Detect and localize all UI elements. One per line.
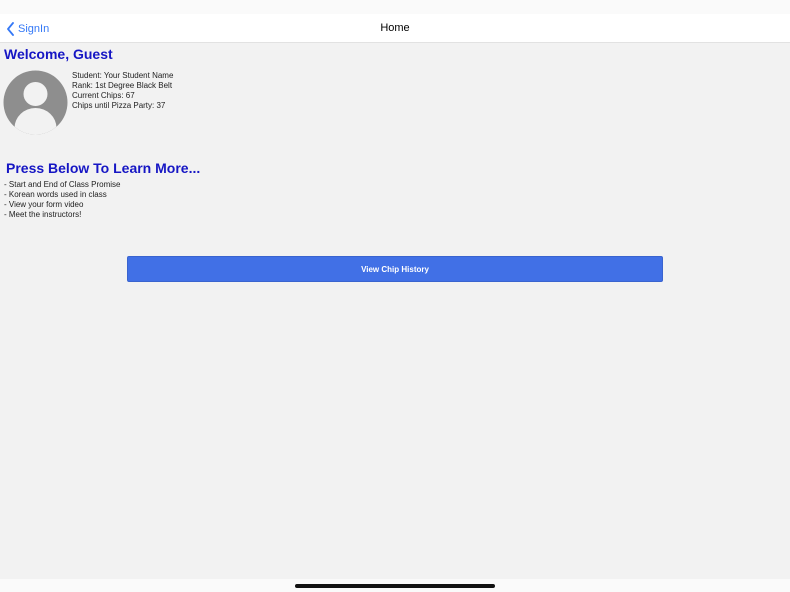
user-avatar-icon <box>3 70 68 135</box>
view-chip-history-button[interactable]: View Chip History <box>127 256 663 282</box>
student-info: Student: Your Student Name Rank: 1st Deg… <box>72 71 173 111</box>
navigation-bar: SignIn Home <box>0 14 790 43</box>
student-rank: Rank: 1st Degree Black Belt <box>72 81 173 90</box>
learn-more-heading: Press Below To Learn More... <box>6 160 201 176</box>
list-item: - Meet the instructors! <box>4 210 82 219</box>
list-item: - Start and End of Class Promise <box>4 180 121 189</box>
status-bar <box>0 0 790 14</box>
welcome-heading: Welcome, Guest <box>4 46 113 62</box>
student-name: Student: Your Student Name <box>72 71 174 80</box>
list-item: - Korean words used in class <box>4 190 107 199</box>
page-title: Home <box>380 22 410 34</box>
current-chips: Current Chips: 67 <box>72 91 135 100</box>
home-indicator[interactable] <box>295 584 495 588</box>
learn-more-list: - Start and End of Class Promise - Korea… <box>4 180 121 220</box>
chips-until-pizza-party: Chips until Pizza Party: 37 <box>72 101 166 110</box>
list-item: - View your form video <box>4 200 84 209</box>
main-content: Welcome, Guest Student: Your Student Nam… <box>0 43 790 579</box>
